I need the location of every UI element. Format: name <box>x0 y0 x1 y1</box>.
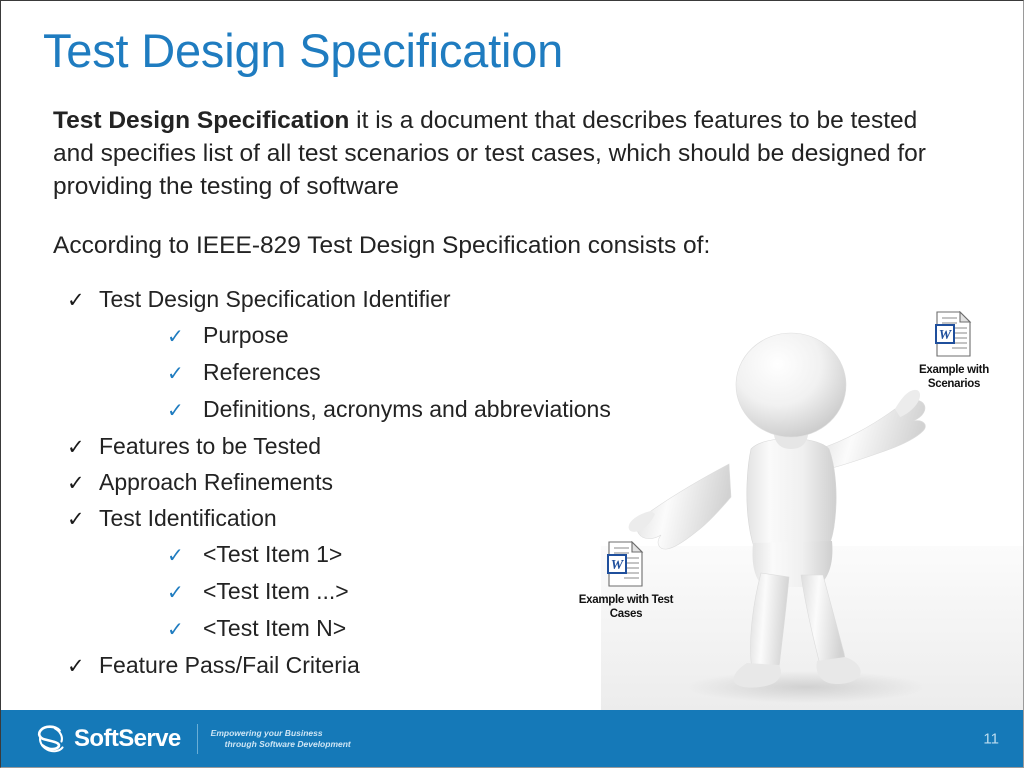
attachment-caption-line1: Example with Test <box>578 594 674 606</box>
attachment-caption: Example with Scenarios <box>889 364 1019 391</box>
check-icon: ✓ <box>67 655 85 678</box>
word-document-icon: W <box>607 540 644 587</box>
checklist-item: ✓ Approach Refinements <box>67 467 707 503</box>
checklist-item-label: <Test Item N> <box>203 615 347 641</box>
checklist-item-label: <Test Item ...> <box>203 578 349 604</box>
check-icon: ✓ <box>67 508 85 531</box>
checklist-item-label: Features to be Tested <box>99 433 322 459</box>
check-icon: ✓ <box>67 472 85 495</box>
check-icon: ✓ <box>167 619 184 641</box>
standard-reference-paragraph: According to IEEE-829 Test Design Specif… <box>53 232 711 259</box>
check-icon: ✓ <box>67 289 85 312</box>
attachment-caption-line2: Cases <box>609 607 643 620</box>
svg-text:W: W <box>939 328 953 343</box>
page-title: Test Design Specification <box>43 24 564 77</box>
checklist-item: ✓ Purpose <box>167 320 707 357</box>
checklist-item: ✓ Test Design Specification Identifier <box>67 284 707 320</box>
checklist-item-label: <Test Item 1> <box>203 541 343 567</box>
checklist-item-label: References <box>203 359 321 385</box>
intro-paragraph: Test Design Specification it is a docume… <box>53 104 943 203</box>
check-icon: ✓ <box>167 400 184 422</box>
attachment-caption-line1: Example with <box>919 364 989 376</box>
logo-divider <box>196 723 198 754</box>
checklist-item-label: Definitions, acronyms and abbreviations <box>203 396 611 422</box>
attachment-example-with-scenarios[interactable]: W Example with Scenarios <box>889 310 1019 391</box>
checklist-item-label: Purpose <box>203 322 289 348</box>
attachment-example-with-test-cases[interactable]: W Example with Test Cases <box>561 540 691 621</box>
check-icon: ✓ <box>167 582 184 604</box>
svg-text:W: W <box>611 558 625 573</box>
softserve-logo: SoftServe Empowering your Business throu… <box>34 722 351 756</box>
slide: Test Design Specification Test Design Sp… <box>0 0 1024 768</box>
checklist-item-label: Test Identification <box>99 505 277 531</box>
check-icon: ✓ <box>167 326 184 348</box>
checklist-item: ✓ References <box>167 357 707 394</box>
attachment-caption-line2: Scenarios <box>927 377 981 390</box>
word-document-icon: W <box>935 310 972 357</box>
checklist-item-label: Test Design Specification Identifier <box>99 286 451 312</box>
checklist-item: ✓ Features to be Tested <box>67 431 707 467</box>
checklist-item: ✓ Test Identification <box>67 503 707 539</box>
softserve-wordmark: SoftServe <box>74 724 181 752</box>
tagline-line1: Empowering your Business <box>210 727 323 738</box>
softserve-tagline: Empowering your Business through Softwar… <box>211 728 351 750</box>
check-icon: ✓ <box>167 363 184 385</box>
slide-footer: SoftServe Empowering your Business throu… <box>1 710 1023 767</box>
checklist-item: ✓ Definitions, acronyms and abbreviations <box>167 394 707 431</box>
tagline-line2: through Software Development <box>224 738 351 749</box>
checklist-item-label: Approach Refinements <box>99 469 333 495</box>
page-number: 11 <box>983 730 999 747</box>
check-icon: ✓ <box>67 436 85 459</box>
softserve-s-monogram-icon <box>37 724 64 752</box>
attachment-caption: Example with Test Cases <box>561 594 691 621</box>
checklist-item-label: Feature Pass/Fail Criteria <box>99 652 360 678</box>
check-icon: ✓ <box>167 545 184 567</box>
intro-paragraph-bold-lead: Test Design Specification <box>53 107 350 134</box>
